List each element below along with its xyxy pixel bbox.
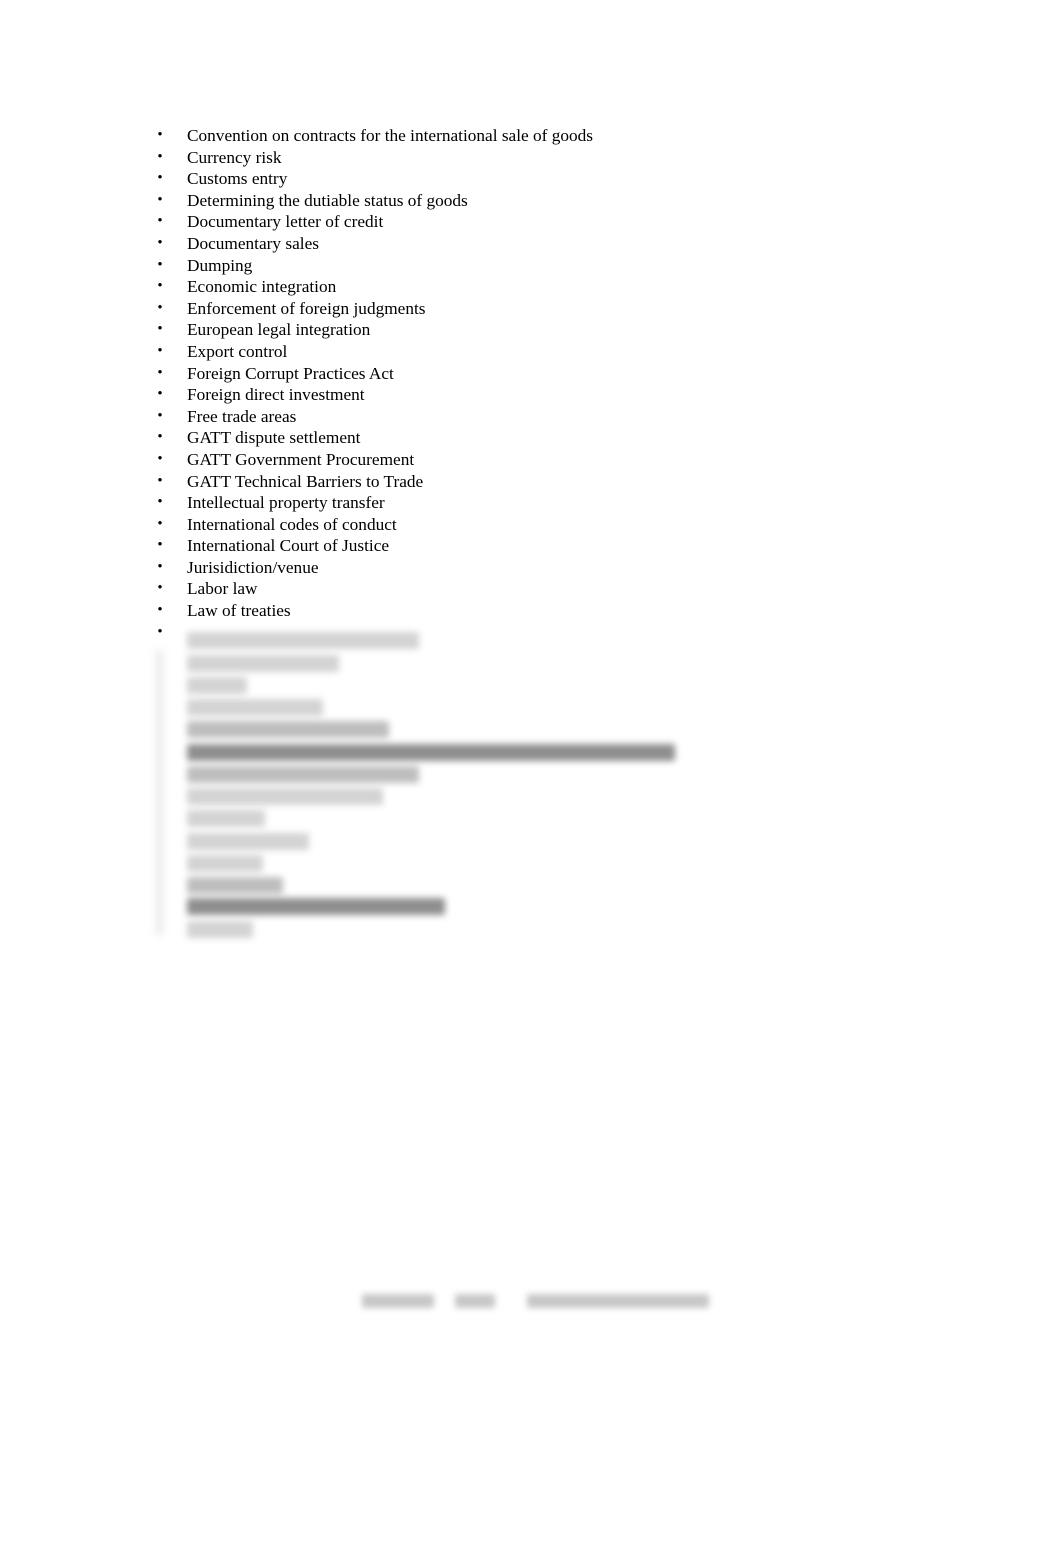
list-item-label: Foreign direct investment xyxy=(187,385,365,405)
bullet-icon: • xyxy=(157,191,163,208)
document-page: • Convention on contracts for the intern… xyxy=(0,0,1062,1556)
bullet-icon: • xyxy=(157,386,163,403)
list-item: • Intellectual property transfer xyxy=(0,492,1062,514)
bullet-icon: • xyxy=(157,127,163,143)
list-item: • Labor law xyxy=(0,578,1062,600)
redacted-text-line xyxy=(187,810,265,827)
bullet-icon: • xyxy=(157,537,163,554)
footer-text-chunk xyxy=(455,1294,495,1308)
redacted-text-line xyxy=(187,921,253,938)
redacted-text-line xyxy=(187,744,675,761)
redacted-text-line xyxy=(187,833,309,850)
bullet-icon: • xyxy=(157,278,163,295)
list-item: • International Court of Justice xyxy=(0,535,1062,557)
list-item-label: Export control xyxy=(187,341,288,361)
bullet-icon: • xyxy=(157,148,163,165)
redacted-text-line xyxy=(187,699,323,716)
list-item-label: European legal integration xyxy=(187,320,371,340)
list-item-label: Enforcement of foreign judgments xyxy=(187,298,426,318)
key-terms-list: • Convention on contracts for the intern… xyxy=(0,125,1062,643)
bullet-icon: • xyxy=(157,472,163,489)
list-item-label: International Court of Justice xyxy=(187,536,390,556)
redacted-text-line xyxy=(187,788,383,805)
list-item-label: Foreign Corrupt Practices Act xyxy=(187,363,394,383)
list-item-label: Documentary letter of credit xyxy=(187,212,384,232)
list-item: • Dumping xyxy=(0,255,1062,277)
list-item: • Documentary sales xyxy=(0,233,1062,255)
bullet-icon: • xyxy=(157,299,163,316)
bullet-icon: • xyxy=(157,623,163,640)
redacted-margin-smudge xyxy=(156,650,163,935)
list-item: • Convention on contracts for the intern… xyxy=(0,125,1062,147)
list-item-label: Documentary sales xyxy=(187,233,319,253)
list-item: • Documentary letter of credit xyxy=(0,211,1062,233)
bullet-icon: • xyxy=(157,602,163,619)
list-item-label: Dumping xyxy=(187,255,253,275)
list-item: • Foreign direct investment xyxy=(0,384,1062,406)
bullet-icon: • xyxy=(157,515,163,532)
list-item: • Export control xyxy=(0,341,1062,363)
list-item-label: Jurisidiction/venue xyxy=(187,557,319,577)
list-item: • International codes of conduct xyxy=(0,514,1062,536)
bullet-icon: • xyxy=(157,429,163,446)
list-item-label: International codes of conduct xyxy=(187,514,397,534)
redacted-text-line xyxy=(187,655,339,672)
list-item: • Determining the dutiable status of goo… xyxy=(0,190,1062,212)
list-item-redacted: • xyxy=(0,622,1062,644)
list-item-label: GATT Technical Barriers to Trade xyxy=(187,471,424,491)
redacted-text-line xyxy=(187,766,419,783)
list-item: • Customs entry xyxy=(0,168,1062,190)
list-item-label: Convention on contracts for the internat… xyxy=(187,126,594,145)
bullet-icon: • xyxy=(157,364,163,381)
footer-text-chunk xyxy=(362,1294,434,1308)
list-item-label: Customs entry xyxy=(187,169,288,189)
list-item: • Currency risk xyxy=(0,147,1062,169)
redacted-text-line xyxy=(187,632,419,649)
bullet-icon: • xyxy=(157,450,163,467)
list-item-label: Free trade areas xyxy=(187,406,297,426)
redacted-text-line xyxy=(187,898,445,915)
list-item-label: Intellectual property transfer xyxy=(187,493,385,513)
list-item-label: Determining the dutiable status of goods xyxy=(187,190,468,210)
page-footer xyxy=(0,1294,1062,1314)
redacted-text-line xyxy=(187,877,283,894)
list-item-label: GATT dispute settlement xyxy=(187,428,361,448)
bullet-icon: • xyxy=(157,580,163,597)
list-item: • European legal integration xyxy=(0,319,1062,341)
list-item: • Foreign Corrupt Practices Act xyxy=(0,363,1062,385)
list-item-label: Economic integration xyxy=(187,277,337,297)
bullet-icon: • xyxy=(157,234,163,251)
redacted-text-line xyxy=(187,677,247,694)
list-item: • Free trade areas xyxy=(0,406,1062,428)
list-item-label: Labor law xyxy=(187,579,258,599)
redacted-text-line xyxy=(187,721,389,738)
list-item-label: GATT Government Procurement xyxy=(187,449,415,469)
bullet-icon: • xyxy=(157,407,163,424)
bullet-icon: • xyxy=(157,170,163,187)
list-item: • Economic integration xyxy=(0,276,1062,298)
list-item: • Jurisidiction/venue xyxy=(0,557,1062,579)
bullet-icon: • xyxy=(157,321,163,338)
list-item-label: Currency risk xyxy=(187,147,282,167)
bullet-icon: • xyxy=(157,558,163,575)
list-item: • Law of treaties xyxy=(0,600,1062,622)
list-item-label: Law of treaties xyxy=(187,601,291,621)
list-item: • GATT dispute settlement xyxy=(0,427,1062,449)
bullet-icon: • xyxy=(157,256,163,273)
list-item: • GATT Technical Barriers to Trade xyxy=(0,471,1062,493)
bullet-icon: • xyxy=(157,342,163,359)
bullet-icon: • xyxy=(157,494,163,511)
bullet-icon: • xyxy=(157,213,163,230)
list-item: • GATT Government Procurement xyxy=(0,449,1062,471)
list-item: • Enforcement of foreign judgments xyxy=(0,298,1062,320)
redacted-text-line xyxy=(187,855,263,872)
footer-text-chunk xyxy=(527,1294,709,1308)
